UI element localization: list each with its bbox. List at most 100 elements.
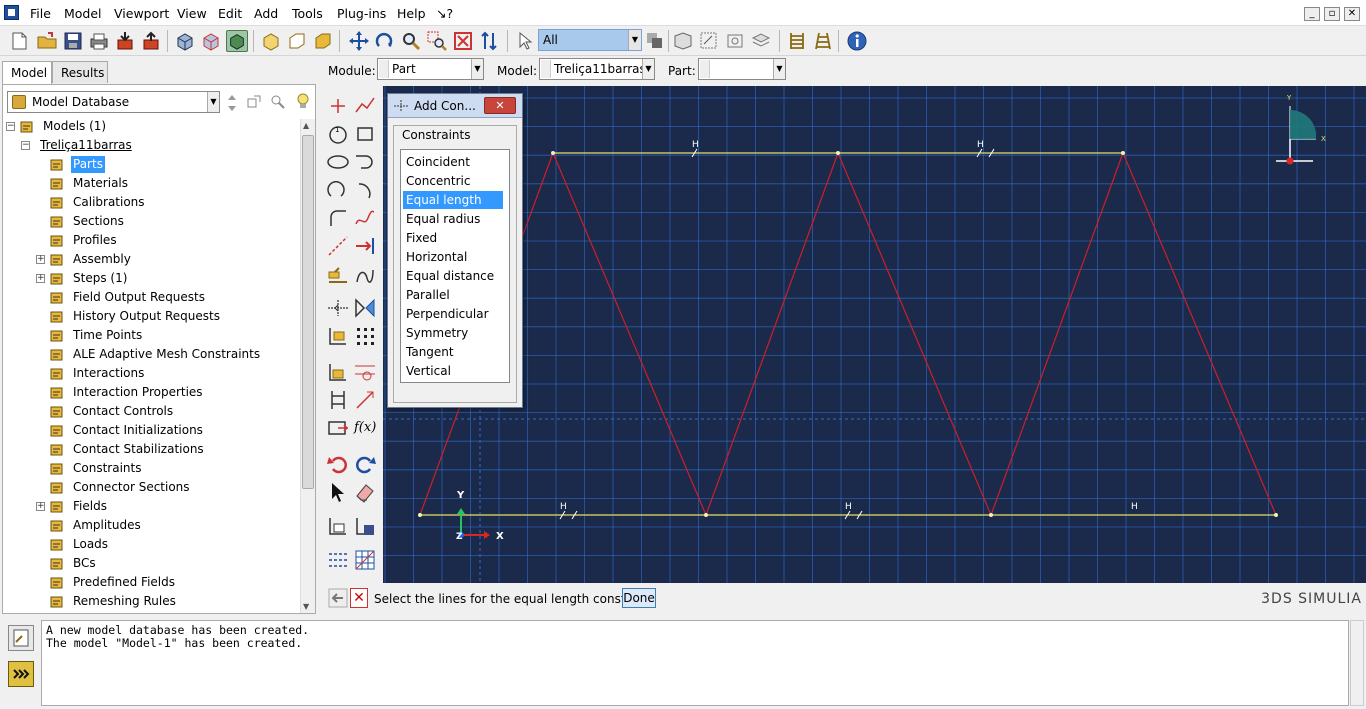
tree-collapse-icon[interactable] — [245, 93, 263, 111]
tree-reorder-icon[interactable] — [225, 93, 239, 113]
render-hidden-icon[interactable] — [200, 30, 222, 52]
constraint-option[interactable]: Concentric — [403, 172, 503, 190]
pointer-icon[interactable] — [326, 480, 350, 504]
truss-diagonal-line[interactable] — [837, 152, 992, 516]
menu-file[interactable]: File — [30, 6, 51, 21]
vertex-point[interactable] — [1274, 513, 1278, 517]
message-scrollbar[interactable] — [1350, 620, 1364, 706]
selection-options-icon[interactable] — [644, 30, 666, 52]
constraint-option[interactable]: Perpendicular — [403, 305, 503, 323]
scroll-thumb[interactable] — [302, 135, 314, 489]
restore-icon[interactable]: ▫ — [1324, 7, 1340, 21]
command-line-toggle-button[interactable] — [8, 661, 34, 687]
render-shaded-icon[interactable] — [226, 30, 248, 52]
eraser-icon[interactable] — [353, 480, 377, 504]
cycle-views-icon[interactable] — [478, 30, 500, 52]
truss-diagonal-line[interactable] — [990, 152, 1124, 516]
vertex-point[interactable] — [418, 513, 422, 517]
connected-lines-icon[interactable] — [353, 94, 377, 118]
select-arrow-icon[interactable] — [514, 30, 536, 52]
spinner-icon[interactable] — [379, 60, 389, 78]
expand-icon[interactable]: + — [36, 255, 45, 264]
layers-ladder-icon[interactable] — [812, 30, 834, 52]
constraint-option[interactable]: Equal radius — [403, 210, 503, 228]
pan-icon[interactable] — [348, 30, 370, 52]
sketch-options-icon[interactable] — [326, 514, 350, 538]
redo-icon[interactable] — [353, 452, 377, 476]
ellipse-icon[interactable] — [326, 150, 350, 174]
spline-icon[interactable] — [353, 206, 377, 230]
sketch-canvas[interactable]: H H H H H Y X Z Y X — [383, 86, 1366, 583]
constraint-option[interactable]: Fixed — [403, 229, 503, 247]
export-icon[interactable] — [140, 30, 162, 52]
constraint-option[interactable]: Horizontal — [403, 248, 503, 266]
message-area-toggle-button[interactable] — [8, 625, 34, 651]
truss-diagonal-line[interactable] — [552, 152, 707, 516]
menu-add[interactable]: Add — [254, 6, 278, 21]
menu-context-help[interactable]: ↘? — [436, 6, 453, 21]
query-icon[interactable] — [698, 30, 720, 52]
construction-line-icon[interactable] — [326, 234, 350, 258]
hide-show-icon[interactable] — [672, 30, 694, 52]
constraint-option[interactable]: Symmetry — [403, 324, 503, 342]
mirror-icon[interactable] — [353, 296, 377, 320]
collapse-icon[interactable]: − — [6, 122, 15, 131]
dimension-icon[interactable] — [353, 234, 377, 258]
truss-diagonal-line[interactable] — [1122, 152, 1277, 516]
menu-view[interactable]: View — [177, 6, 207, 21]
cancel-procedure-button[interactable]: ✕ — [350, 588, 368, 608]
part-select[interactable]: ▼ — [698, 58, 786, 80]
sketch-viewport[interactable]: H H H H H Y X Z Y X — [383, 86, 1366, 583]
vertex-point[interactable] — [989, 513, 993, 517]
auto-fit-icon[interactable] — [452, 30, 474, 52]
tree-filter-icon[interactable] — [269, 93, 287, 111]
save-icon[interactable] — [62, 30, 84, 52]
constraint-option[interactable]: Tangent — [403, 343, 503, 361]
menu-edit[interactable]: Edit — [218, 6, 242, 21]
move-icon[interactable] — [326, 416, 350, 440]
equation-icon[interactable]: f(x) — [354, 420, 376, 435]
model-database-select[interactable]: Model Database ▼ — [7, 91, 220, 113]
open-folder-icon[interactable] — [36, 30, 58, 52]
minimize-icon[interactable]: _ — [1304, 7, 1320, 21]
vertex-point[interactable] — [1121, 151, 1125, 155]
tab-results[interactable]: Results — [52, 61, 108, 83]
scroll-down-icon[interactable]: ▼ — [303, 602, 309, 611]
constraint-option[interactable]: Vertical — [403, 362, 503, 380]
constraints-listbox[interactable]: Coincident Concentric Equal length Equal ra… — [400, 149, 510, 383]
trim-icon[interactable] — [353, 360, 377, 384]
fillet-icon[interactable] — [326, 206, 350, 230]
isolated-point-icon[interactable] — [326, 94, 350, 118]
close-icon[interactable]: ✕ — [1344, 7, 1360, 21]
stretch-icon[interactable] — [353, 388, 377, 412]
offset-curve-icon[interactable] — [326, 262, 350, 286]
menu-model[interactable]: Model — [64, 6, 102, 21]
selection-filter-select[interactable]: All ▼ — [538, 29, 642, 51]
project-edges-icon[interactable] — [353, 262, 377, 286]
arc-tangent-icon[interactable] — [353, 150, 377, 174]
arc-center-icon[interactable] — [353, 178, 377, 202]
vertex-point[interactable] — [704, 513, 708, 517]
auto-constrain-icon[interactable] — [326, 324, 350, 348]
tree-scrollbar[interactable]: ▲ ▼ — [300, 119, 315, 613]
collapse-icon[interactable]: − — [21, 141, 30, 150]
transform-icon[interactable] — [724, 30, 746, 52]
model-select[interactable]: Treliça11barras ▼ — [539, 58, 655, 80]
tab-model[interactable]: Model — [2, 61, 52, 84]
done-button[interactable]: Done — [622, 588, 656, 608]
module-select[interactable]: Part ▼ — [377, 58, 484, 80]
grid-settings-icon[interactable] — [326, 548, 350, 572]
info-icon[interactable] — [846, 30, 868, 52]
constraint-option[interactable]: Equal length — [403, 191, 503, 209]
expand-icon[interactable]: + — [36, 274, 45, 283]
add-constraint-icon[interactable] — [326, 296, 350, 320]
box-zoom-icon[interactable] — [426, 30, 448, 52]
split-icon[interactable] — [326, 388, 350, 412]
truss-diagonal-line[interactable] — [705, 152, 839, 516]
back-arrow-icon[interactable] — [328, 588, 348, 608]
import-icon[interactable] — [114, 30, 136, 52]
spinner-icon[interactable] — [541, 60, 551, 78]
scroll-up-icon[interactable]: ▲ — [303, 121, 309, 130]
sketch-grid-icon[interactable] — [353, 548, 377, 572]
menu-viewport[interactable]: Viewport — [114, 6, 169, 21]
